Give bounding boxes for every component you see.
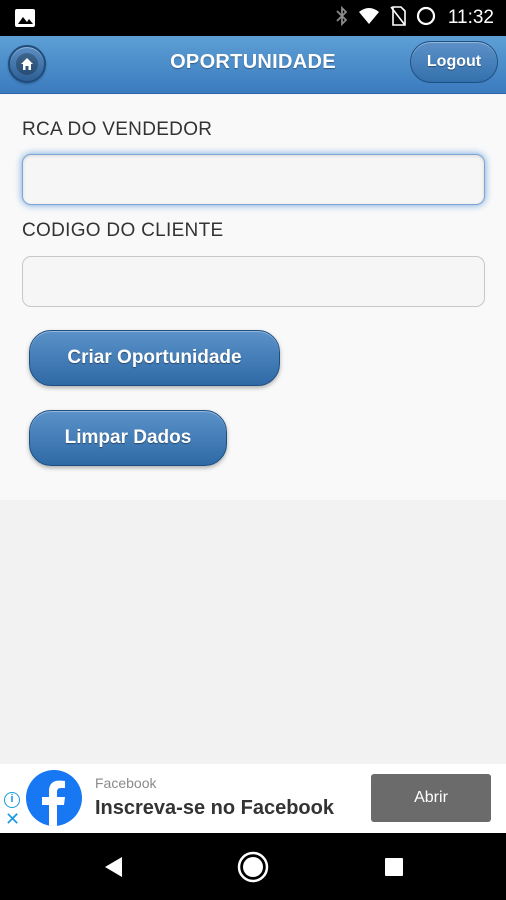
navigation-bar [0, 833, 506, 900]
cliente-input[interactable] [22, 256, 485, 307]
logout-button[interactable]: Logout [410, 41, 498, 83]
ad-banner[interactable]: i ✕ Facebook Inscreva-se no Facebook Abr… [0, 764, 506, 833]
back-icon[interactable] [97, 851, 129, 883]
image-icon [14, 8, 36, 28]
limpar-dados-button[interactable]: Limpar Dados [29, 410, 227, 466]
status-bar: 11:32 [0, 0, 506, 36]
info-icon[interactable]: i [4, 792, 20, 808]
criar-oportunidade-button[interactable]: Criar Oportunidade [29, 330, 280, 386]
status-time: 11:32 [447, 7, 494, 28]
no-sim-icon [390, 5, 406, 31]
recents-icon[interactable] [378, 851, 410, 883]
cliente-label: CODIGO DO CLIENTE [22, 220, 224, 241]
ad-advertiser: Facebook [95, 775, 157, 791]
ad-open-button[interactable]: Abrir [371, 774, 491, 822]
app-header: OPORTUNIDADE Logout [0, 36, 506, 94]
facebook-logo-icon[interactable] [26, 770, 82, 826]
battery-saver-icon [416, 6, 436, 31]
ad-headline[interactable]: Inscreva-se no Facebook [95, 797, 334, 820]
rca-label: RCA DO VENDEDOR [22, 119, 213, 140]
form-area: RCA DO VENDEDOR CODIGO DO CLIENTE Criar … [0, 95, 506, 500]
wifi-icon [358, 7, 380, 30]
close-icon[interactable]: ✕ [5, 810, 20, 828]
home-circle-icon[interactable] [237, 851, 269, 883]
status-icons: 11:32 [336, 0, 494, 36]
bluetooth-icon [336, 5, 348, 31]
rca-input[interactable] [22, 154, 485, 205]
